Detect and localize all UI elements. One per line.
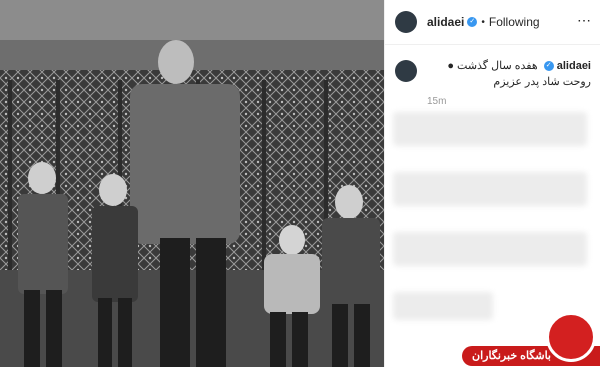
blurred-comment xyxy=(393,172,587,206)
follow-button[interactable]: Following xyxy=(489,15,540,29)
verified-badge-icon: ✓ xyxy=(467,17,478,27)
dot-separator: • xyxy=(481,16,485,28)
post-timestamp: 15m xyxy=(427,96,447,107)
watermark-logo: باشگاه خبرنگاران xyxy=(462,310,600,367)
caption-text-wrap: alidaei ✓ هفده سال گذشت ● روحت شاد پدر ع… xyxy=(431,58,591,90)
blurred-comment xyxy=(393,112,587,146)
post-photo xyxy=(0,0,384,367)
caption-username[interactable]: alidaei xyxy=(557,60,591,72)
avatar[interactable] xyxy=(395,11,417,33)
watermark-emblem-icon xyxy=(546,312,596,362)
post-photo-image xyxy=(0,0,384,367)
more-options-icon[interactable]: ⋯ xyxy=(577,12,592,29)
username-link[interactable]: alidaei xyxy=(427,15,464,29)
post-header: alidaei ✓ • Following xyxy=(385,0,600,45)
watermark-text: باشگاه خبرنگاران xyxy=(472,350,551,362)
blurred-comment xyxy=(393,232,587,266)
caption-avatar[interactable] xyxy=(395,60,417,82)
caption-verified-badge-icon: ✓ xyxy=(543,61,554,72)
